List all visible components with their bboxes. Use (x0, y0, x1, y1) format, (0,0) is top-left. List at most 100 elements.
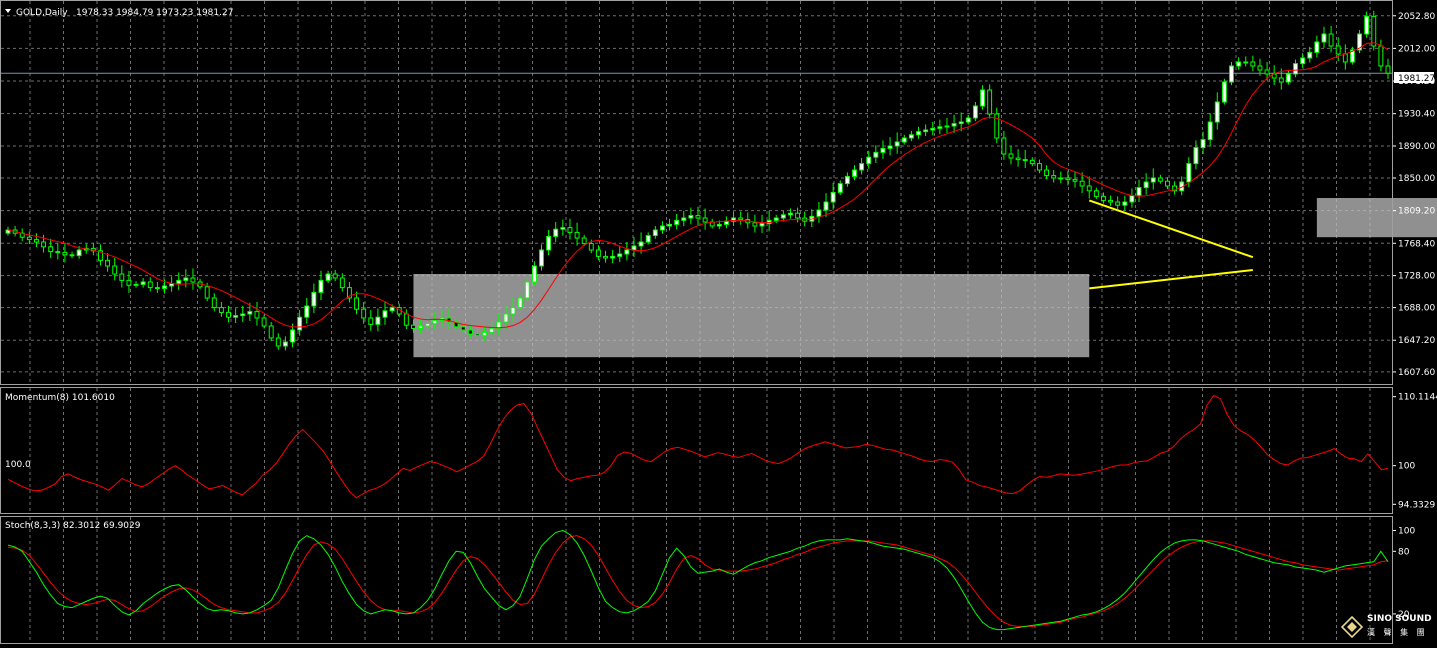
candle-body (154, 287, 160, 290)
candle-body (1015, 157, 1021, 161)
candle-body (425, 323, 431, 327)
candle-body (1115, 201, 1121, 206)
candle-body (1364, 15, 1370, 35)
y-tick-label: 2052.80 (1398, 12, 1435, 22)
candle-body (1221, 81, 1227, 103)
candle-body (1136, 187, 1142, 197)
candle-body (1101, 195, 1106, 201)
candle-body (26, 236, 32, 241)
candle-body (894, 141, 900, 147)
candle-body (411, 324, 416, 329)
candle-body (162, 285, 167, 289)
candle-body (752, 222, 758, 227)
candle-body (1371, 15, 1377, 47)
y-tick-label: 1809.20 (1398, 207, 1435, 217)
brand-subtitle: 漢 聲 集 團 (1367, 628, 1428, 637)
candle-body (1129, 195, 1135, 203)
candle-body (1207, 121, 1213, 141)
candle-body (354, 297, 360, 310)
candle-body (638, 241, 644, 247)
candle-body (382, 310, 388, 318)
candle-body (603, 255, 608, 259)
candle-body (1200, 139, 1206, 149)
candle-body (1051, 175, 1057, 179)
candle-body (923, 129, 929, 133)
candle-body (226, 311, 231, 318)
candle-body (873, 151, 879, 158)
candle-body (667, 223, 673, 227)
candle-body (510, 307, 516, 315)
y-tick-label: 100 (1398, 462, 1415, 472)
candle-body (332, 273, 338, 279)
candle-body (1378, 45, 1384, 67)
candle-body (560, 227, 566, 230)
candle-body (76, 249, 82, 257)
candle-body (318, 279, 324, 293)
candle-body (830, 191, 836, 203)
candle-body (1385, 65, 1391, 74)
candle-body (539, 249, 544, 267)
candle-body (595, 249, 601, 257)
candle-body (1093, 190, 1099, 197)
candle-body (112, 265, 118, 275)
candle-body (624, 249, 630, 255)
candle-body (1186, 163, 1192, 183)
trading-chart[interactable]: 2052.802012.001971.201930.401890.001850.… (0, 0, 1437, 648)
candle-body (887, 145, 893, 149)
candle-body (119, 273, 125, 281)
candle-body (1236, 61, 1242, 67)
candle-body (702, 217, 708, 223)
candle-body (55, 251, 61, 254)
candle-body (759, 223, 765, 227)
candle-body (418, 325, 424, 329)
range-box (413, 274, 1090, 358)
candle-body (916, 131, 921, 136)
candle-body (866, 156, 872, 165)
drawing-objects[interactable] (413, 54, 1437, 358)
candle-body (631, 245, 637, 251)
candle-body (1307, 51, 1313, 59)
candle-body (617, 253, 623, 257)
candle-body (297, 316, 303, 331)
candle-body (517, 297, 523, 309)
candle-body (475, 333, 480, 337)
candle-body (62, 251, 68, 256)
candle-body (467, 329, 473, 335)
candle-body (176, 279, 182, 285)
candle-body (859, 163, 865, 171)
stoch-main-line (7, 529, 1389, 631)
candle-body (1257, 65, 1263, 71)
y-tick-label: 100 (1398, 526, 1415, 536)
candle-body (133, 283, 139, 286)
candle-body (282, 341, 288, 347)
candle-body (183, 277, 189, 281)
trendline (1089, 269, 1253, 290)
candle-body (339, 277, 345, 289)
candle-body (773, 217, 779, 221)
candle-body (240, 313, 246, 317)
candle-body (652, 229, 658, 237)
sino-sound-logo-icon (1341, 616, 1363, 638)
candle-body (1165, 180, 1170, 187)
symbol-label: GOLD,Daily (16, 8, 68, 18)
momentum-label: Momentum(8) 101.6010 (5, 393, 115, 403)
candle-body (1079, 180, 1085, 187)
collapse-arrow-icon[interactable] (5, 9, 11, 13)
candle-body (880, 147, 886, 153)
candle-body (432, 319, 438, 325)
range-box (1316, 198, 1437, 238)
candle-body (140, 281, 146, 285)
trendline (1088, 199, 1254, 259)
candle-body (1250, 61, 1256, 67)
candle-body (681, 217, 687, 221)
candle-body (837, 183, 843, 193)
candle-body (965, 117, 971, 123)
candle-body (788, 212, 793, 216)
current-price-label: 1981.27 (1398, 74, 1435, 84)
candle-body (553, 228, 559, 237)
candle-body (1008, 153, 1014, 159)
candle-body (304, 305, 310, 318)
candle-body (852, 169, 857, 177)
candle-body (204, 286, 210, 299)
candle-body (1293, 63, 1298, 75)
